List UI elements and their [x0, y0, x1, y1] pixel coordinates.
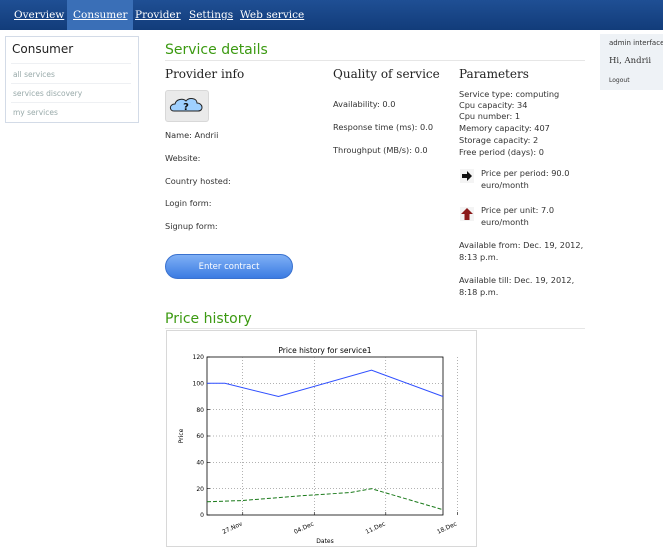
up-arrow-icon: [460, 206, 474, 221]
param-memory-capacity: Memory capacity: 407: [459, 123, 550, 133]
x-tick-label: 04.Dec: [293, 520, 315, 535]
top-navigation: Overview Consumer Provider Settings Web …: [0, 0, 663, 30]
x-tick-label: 27.Nov: [221, 520, 244, 536]
sidebar: Consumer all services services discovery…: [5, 36, 139, 123]
sidebar-item-my-services[interactable]: my services: [13, 108, 58, 117]
x-axis-label: Dates: [316, 538, 333, 545]
divider: [165, 328, 585, 329]
svg-text:?: ?: [183, 102, 189, 113]
divider: [165, 60, 585, 61]
divider: [11, 83, 131, 84]
param-service-type: Service type: computing: [459, 89, 560, 99]
param-cpu-capacity: Cpu capacity: 34: [459, 100, 528, 110]
y-tick-label: 100: [193, 381, 205, 388]
divider: [11, 102, 131, 103]
series-line-0: [207, 369, 444, 398]
enter-contract-button[interactable]: Enter contract: [165, 254, 293, 279]
provider-logo: ?: [165, 90, 209, 122]
admin-interface-link[interactable]: admin interface: [609, 39, 663, 47]
x-tick-label: 11.Dec: [365, 520, 387, 535]
price-per-unit: Price per unit: 7.0 euro/month: [481, 205, 555, 227]
provider-website: Website:: [165, 153, 201, 163]
divider: [11, 63, 131, 64]
y-tick-label: 40: [196, 460, 204, 467]
y-tick-label: 120: [193, 354, 205, 361]
nav-settings[interactable]: Settings: [183, 0, 239, 30]
x-tick-label: 18.Dec: [436, 520, 458, 535]
price-history-chart: Price history for service1 0 20 40 60 80 100 12…: [166, 330, 477, 547]
nav-web-service[interactable]: Web service: [234, 0, 310, 30]
param-free-period: Free period (days): 0: [459, 147, 544, 157]
availability-value: Availability: 0.0: [333, 99, 396, 109]
quality-heading: Quality of service: [333, 67, 440, 81]
provider-signup-form: Signup form:: [165, 221, 218, 231]
service-details-heading: Service details: [165, 42, 268, 58]
nav-overview[interactable]: Overview: [8, 0, 70, 30]
provider-name: Name: Andrii: [165, 130, 219, 140]
available-from: Available from: Dec. 19, 2012, 8:13 p.m.: [459, 240, 584, 262]
parameters-heading: Parameters: [459, 67, 529, 81]
user-greeting: Hi, Andrii: [609, 56, 652, 66]
y-tick-label: 20: [196, 486, 204, 493]
provider-login-form: Login form:: [165, 198, 212, 208]
available-till: Available till: Dec. 19, 2012, 8:18 p.m.: [459, 275, 575, 297]
sidebar-item-services-discovery[interactable]: services discovery: [13, 89, 82, 98]
question-cloud-icon: ?: [169, 98, 203, 113]
y-tick-label: 80: [196, 407, 204, 414]
param-cpu-number: Cpu number: 1: [459, 111, 521, 121]
provider-info-heading: Provider info: [165, 67, 245, 81]
user-panel: admin interface Hi, Andrii Logout: [600, 34, 663, 90]
param-storage-capacity: Storage capacity: 2: [459, 135, 539, 145]
series-line-1: [206, 488, 444, 511]
chart-svg: Price history for service1 0 20 40 60 80 100 12…: [178, 346, 458, 545]
nav-provider[interactable]: Provider: [129, 0, 187, 30]
sidebar-item-all-services[interactable]: all services: [13, 70, 55, 79]
y-axis-label: Price: [178, 428, 185, 443]
chart-title: Price history for service1: [278, 346, 371, 355]
price-per-period: Price per period: 90.0 euro/month: [481, 168, 570, 190]
provider-country: Country hosted:: [165, 176, 231, 186]
logout-link[interactable]: Logout: [609, 77, 630, 84]
y-tick-label: 0: [200, 512, 204, 519]
throughput-value: Throughput (MB/s): 0.0: [333, 145, 428, 155]
right-arrow-icon: [460, 168, 474, 183]
sidebar-title: Consumer: [12, 42, 74, 56]
nav-consumer[interactable]: Consumer: [67, 0, 134, 30]
price-history-heading: Price history: [165, 311, 252, 327]
response-time-value: Response time (ms): 0.0: [333, 122, 434, 132]
y-tick-label: 60: [196, 433, 204, 440]
